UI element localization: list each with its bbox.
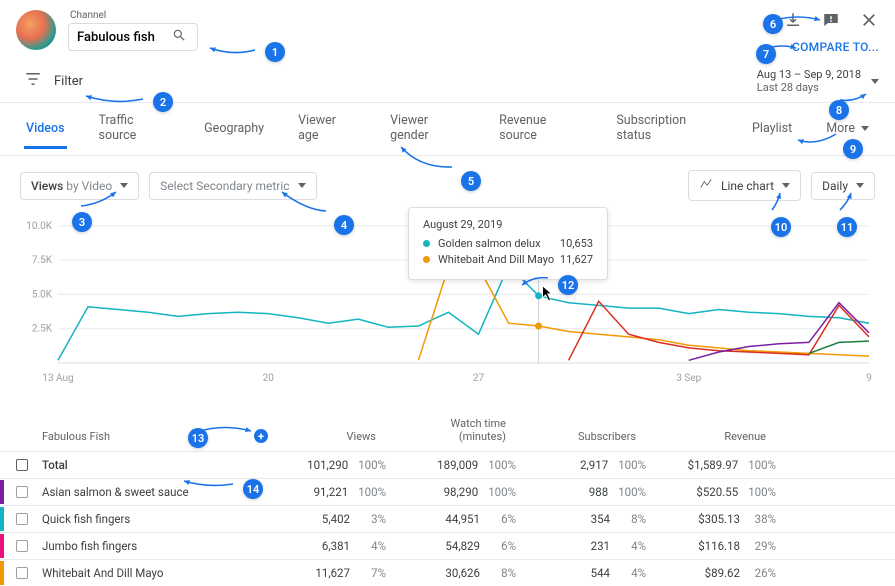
row-name: Total — [42, 458, 272, 472]
channel-search-input[interactable] — [77, 30, 172, 45]
svg-text:7.5K: 7.5K — [32, 255, 53, 266]
row-checkbox[interactable] — [16, 486, 28, 498]
tab-videos[interactable]: Videos — [24, 111, 67, 149]
table-row[interactable]: Jumbo fish fingers 6,3814%54,8296%2314%$… — [0, 532, 895, 559]
tab-viewer-gender[interactable]: Viewer gender — [388, 103, 467, 156]
line-chart-icon — [699, 177, 713, 194]
granularity-selector[interactable]: Daily — [811, 172, 875, 200]
chevron-down-icon — [856, 183, 864, 188]
table-row[interactable]: Quick fish fingers 5,4023%44,9516%3548%$… — [0, 505, 895, 532]
column-header-views[interactable]: Views — [272, 430, 402, 443]
channel-avatar[interactable] — [16, 10, 56, 50]
table-row[interactable]: Asian salmon & sweet sauce 91,221100%98,… — [0, 478, 895, 505]
row-name: Asian salmon & sweet sauce — [42, 485, 272, 499]
chart-tooltip: August 29, 2019Golden salmon delux10,653… — [408, 207, 608, 280]
svg-text:27: 27 — [473, 373, 485, 384]
channel-label: Channel — [70, 10, 198, 21]
svg-text:13 Aug: 13 Aug — [42, 373, 73, 384]
tab-traffic-source[interactable]: Traffic source — [97, 103, 173, 156]
column-header-watch-time[interactable]: Watch time (minutes) — [402, 417, 532, 443]
svg-text:10.0K: 10.0K — [26, 221, 52, 232]
svg-text:5.0K: 5.0K — [32, 289, 53, 300]
chevron-down-icon — [861, 126, 869, 131]
row-checkbox[interactable] — [16, 513, 28, 525]
date-range-picker[interactable]: Aug 13 – Sep 9, 2018 Last 28 days — [757, 68, 879, 94]
row-name: Whitebait And Dill Mayo — [42, 566, 272, 580]
row-name: Jumbo fish fingers — [42, 539, 272, 553]
svg-text:2.5K: 2.5K — [32, 324, 53, 335]
table-row[interactable]: Whitebait And Dill Mayo 11,6277%30,6268%… — [0, 559, 895, 586]
filter-label[interactable]: Filter — [54, 74, 83, 89]
tab-geography[interactable]: Geography — [202, 111, 266, 149]
channel-search-box[interactable] — [68, 23, 198, 51]
close-icon[interactable] — [859, 10, 879, 30]
filter-icon[interactable] — [24, 70, 42, 92]
row-name: Quick fish fingers — [42, 512, 272, 526]
chevron-down-icon — [120, 183, 128, 188]
compare-to-link[interactable]: COMPARE TO... — [792, 40, 879, 54]
svg-text:3 Sep: 3 Sep — [676, 373, 701, 384]
chevron-down-icon — [782, 183, 790, 188]
table-row[interactable]: Total 101,290100%189,009100%2,917100%$1,… — [0, 451, 895, 478]
tab-subscription-status[interactable]: Subscription status — [614, 103, 720, 156]
column-header-revenue[interactable]: Revenue — [662, 430, 792, 443]
row-checkbox[interactable] — [16, 567, 28, 579]
row-checkbox[interactable] — [16, 459, 28, 471]
tab-revenue-source[interactable]: Revenue source — [497, 103, 584, 156]
tab-playlist[interactable]: Playlist — [750, 111, 794, 149]
tab-viewer-age[interactable]: Viewer age — [296, 103, 358, 156]
search-icon[interactable] — [172, 28, 186, 46]
table-title: Fabulous Fish — [42, 430, 110, 443]
chart-type-selector[interactable]: Line chart — [688, 170, 801, 201]
row-checkbox[interactable] — [16, 540, 28, 552]
chevron-down-icon[interactable] — [871, 79, 879, 84]
secondary-metric-selector[interactable]: Select Secondary metric — [149, 172, 316, 200]
add-column-button[interactable]: + — [254, 429, 268, 443]
primary-metric-selector[interactable]: Views by Video — [20, 172, 139, 200]
chevron-down-icon — [298, 183, 306, 188]
date-preset-text: Last 28 days — [757, 81, 861, 94]
feedback-icon[interactable] — [821, 10, 841, 30]
svg-text:9: 9 — [866, 373, 872, 384]
download-icon[interactable] — [783, 10, 803, 30]
svg-text:20: 20 — [263, 373, 275, 384]
date-range-text: Aug 13 – Sep 9, 2018 — [757, 68, 861, 81]
tab-more[interactable]: More — [824, 111, 871, 149]
column-header-subscribers[interactable]: Subscribers — [532, 430, 662, 443]
